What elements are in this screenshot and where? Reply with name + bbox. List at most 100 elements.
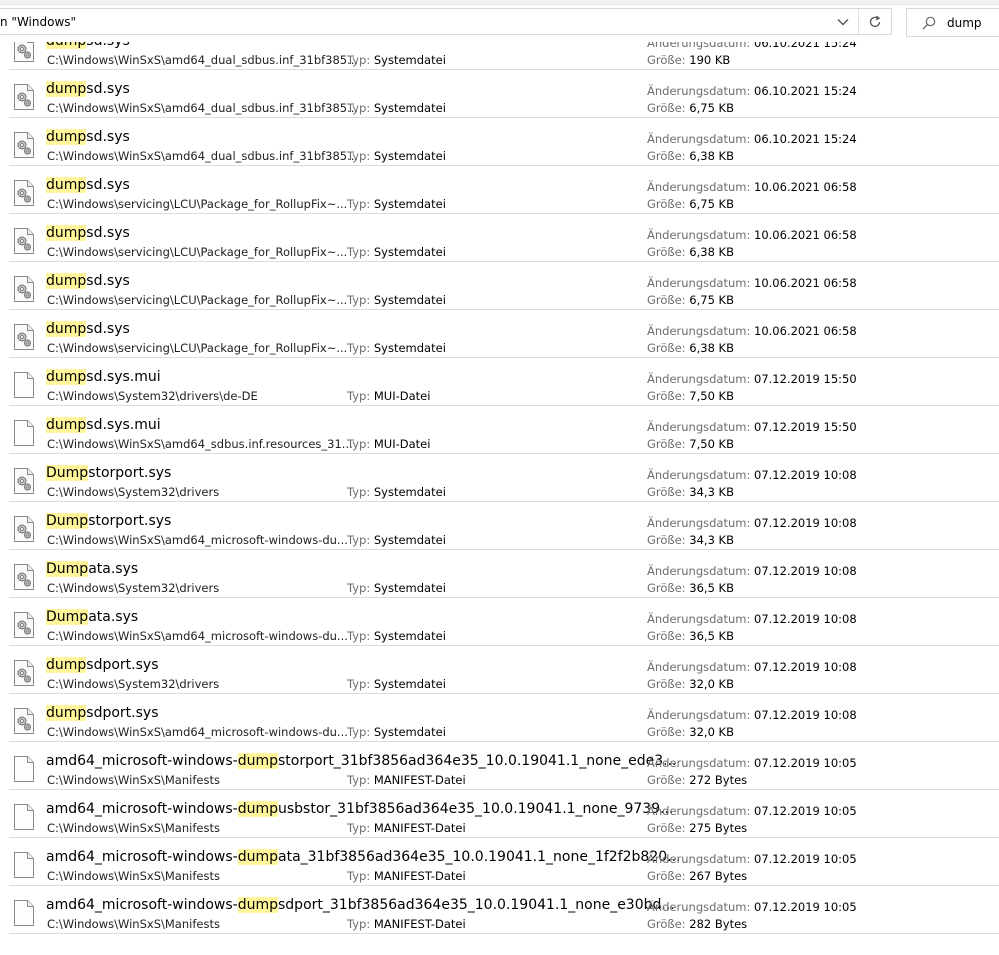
modified-value: 07.12.2019 10:05 xyxy=(754,852,857,866)
size-value: 6,75 KB xyxy=(689,101,734,115)
file-size: Größe: 282 Bytes xyxy=(647,917,747,931)
file-size: Größe: 267 Bytes xyxy=(647,869,747,883)
modified-value: 07.12.2019 10:08 xyxy=(754,468,857,482)
file-row[interactable]: Dumpata.sys C:\Windows\WinSxS\amd64_micro… xyxy=(0,598,999,646)
file-path: C:\Windows\servicing\LCU\Package_for_Rol… xyxy=(47,341,348,355)
type-value: Systemdatei xyxy=(373,341,446,355)
file-row[interactable]: dumpsd.sys C:\Windows\servicing\LCU\Packa… xyxy=(0,166,999,214)
modified-value: 07.12.2019 10:05 xyxy=(754,804,857,818)
modified-label: Änderungsdatum: xyxy=(647,804,751,818)
file-name[interactable]: amd64_microsoft-windows-dumpusbstor_31bf… xyxy=(46,801,673,817)
file-name-suffix: sd.sys.mui xyxy=(86,417,161,433)
modified-date: Änderungsdatum: 06.10.2021 15:24 xyxy=(647,42,857,50)
file-row[interactable]: dumpsd.sys C:\Windows\WinSxS\amd64_dual_s… xyxy=(0,42,999,70)
file-name-suffix: sdport_31bf3856ad364e35_10.0.19041.1_non… xyxy=(278,897,675,913)
file-name-suffix: ata.sys xyxy=(88,561,139,577)
modified-date: Änderungsdatum: 07.12.2019 10:08 xyxy=(647,564,857,578)
file-row[interactable]: Dumpata.sys C:\Windows\System32\drivers Ty… xyxy=(0,550,999,598)
size-value: 7,50 KB xyxy=(689,437,734,451)
file-name[interactable]: dumpsdport.sys xyxy=(46,705,159,721)
file-name[interactable]: dumpsd.sys.mui xyxy=(46,417,161,433)
file-row[interactable]: amd64_microsoft-windows-dumpstorport_31b… xyxy=(0,742,999,790)
chevron-down-icon[interactable] xyxy=(832,10,854,34)
file-name[interactable]: dumpsd.sys xyxy=(46,177,130,193)
file-size: Größe: 36,5 KB xyxy=(647,581,734,595)
file-name-prefix: amd64_microsoft-windows- xyxy=(46,753,238,769)
modified-value: 07.12.2019 10:08 xyxy=(754,564,857,578)
type-value: Systemdatei xyxy=(373,245,446,259)
file-name[interactable]: Dumpata.sys xyxy=(46,609,138,625)
file-name[interactable]: amd64_microsoft-windows-dumpstorport_31b… xyxy=(46,753,677,769)
size-value: 6,38 KB xyxy=(689,149,734,163)
file-name[interactable]: dumpsd.sys xyxy=(46,42,130,49)
size-value: 282 Bytes xyxy=(689,917,748,931)
system-file-icon xyxy=(13,228,35,254)
size-value: 7,50 KB xyxy=(689,389,734,403)
file-row[interactable]: dumpsd.sys C:\Windows\servicing\LCU\Packa… xyxy=(0,214,999,262)
modified-date: Änderungsdatum: 07.12.2019 10:05 xyxy=(647,852,857,866)
type-label: Typ: xyxy=(347,821,371,835)
file-row[interactable]: amd64_microsoft-windows-dumpusbstor_31bf… xyxy=(0,790,999,838)
file-row[interactable]: dumpsd.sys.mui C:\Windows\System32\driver… xyxy=(0,358,999,406)
file-row[interactable]: dumpsdport.sys C:\Windows\WinSxS\amd64_mi… xyxy=(0,694,999,742)
type-value: Systemdatei xyxy=(373,149,446,163)
file-row[interactable]: amd64_microsoft-windows-dumpsdport_31bf3… xyxy=(0,886,999,934)
system-file-icon xyxy=(13,468,35,494)
file-name[interactable]: dumpsdport.sys xyxy=(46,657,159,673)
type-label: Typ: xyxy=(347,581,371,595)
file-name[interactable]: dumpsd.sys xyxy=(46,129,130,145)
file-name[interactable]: Dumpstorport.sys xyxy=(46,513,171,529)
file-row[interactable]: dumpsd.sys C:\Windows\servicing\LCU\Packa… xyxy=(0,262,999,310)
size-value: 6,38 KB xyxy=(689,245,734,259)
file-row[interactable]: dumpsdport.sys C:\Windows\System32\driver… xyxy=(0,646,999,694)
file-name[interactable]: dumpsd.sys xyxy=(46,81,130,97)
file-size: Größe: 6,38 KB xyxy=(647,245,734,259)
address-bar[interactable]: n "Windows" xyxy=(0,8,892,35)
file-row[interactable]: dumpsd.sys C:\Windows\servicing\LCU\Packa… xyxy=(0,310,999,358)
modified-value: 06.10.2021 15:24 xyxy=(754,132,857,146)
type-label: Typ: xyxy=(347,149,371,163)
size-label: Größe: xyxy=(647,725,686,739)
search-input[interactable]: dump xyxy=(947,16,982,30)
refresh-icon[interactable] xyxy=(861,10,889,34)
blank-file-icon xyxy=(13,420,35,446)
modified-label: Änderungsdatum: xyxy=(647,468,751,482)
file-name[interactable]: dumpsd.sys xyxy=(46,225,130,241)
type-value: MUI-Datei xyxy=(373,389,431,403)
file-type: Typ: Systemdatei xyxy=(347,245,446,259)
size-value: 34,3 KB xyxy=(689,485,734,499)
file-path: C:\Windows\WinSxS\amd64_dual_sdbus.inf_3… xyxy=(47,101,359,115)
file-size: Größe: 272 Bytes xyxy=(647,773,747,787)
modified-label: Änderungsdatum: xyxy=(647,660,751,674)
file-row[interactable]: amd64_microsoft-windows-dumpata_31bf3856… xyxy=(0,838,999,886)
type-label: Typ: xyxy=(347,245,371,259)
file-name-suffix: sd.sys xyxy=(86,321,130,337)
modified-date: Änderungsdatum: 07.12.2019 15:50 xyxy=(647,372,857,386)
file-name[interactable]: dumpsd.sys xyxy=(46,321,130,337)
file-name-suffix: sd.sys xyxy=(86,42,130,49)
window-edge xyxy=(0,0,999,5)
system-file-icon xyxy=(13,180,35,206)
file-row[interactable]: Dumpstorport.sys C:\Windows\WinSxS\amd64_… xyxy=(0,502,999,550)
search-box[interactable]: dump xyxy=(906,8,999,37)
file-name[interactable]: Dumpstorport.sys xyxy=(46,465,171,481)
file-name[interactable]: amd64_microsoft-windows-dumpata_31bf3856… xyxy=(46,849,681,865)
file-size: Größe: 6,75 KB xyxy=(647,293,734,307)
file-row[interactable]: dumpsd.sys C:\Windows\WinSxS\amd64_dual_s… xyxy=(0,70,999,118)
file-name-suffix: sd.sys xyxy=(86,225,130,241)
system-file-icon xyxy=(13,612,35,638)
file-name[interactable]: amd64_microsoft-windows-dumpsdport_31bf3… xyxy=(46,897,675,913)
file-name-prefix: amd64_microsoft-windows- xyxy=(46,849,238,865)
modified-value: 10.06.2021 06:58 xyxy=(754,228,857,242)
search-match-highlight: dump xyxy=(46,81,87,97)
file-row[interactable]: Dumpstorport.sys C:\Windows\System32\driv… xyxy=(0,454,999,502)
file-row[interactable]: dumpsd.sys C:\Windows\WinSxS\amd64_dual_s… xyxy=(0,118,999,166)
modified-label: Änderungsdatum: xyxy=(647,228,751,242)
file-name[interactable]: dumpsd.sys.mui xyxy=(46,369,161,385)
size-value: 6,38 KB xyxy=(689,341,734,355)
file-row[interactable]: dumpsd.sys.mui C:\Windows\WinSxS\amd64_sd… xyxy=(0,406,999,454)
file-name[interactable]: Dumpata.sys xyxy=(46,561,138,577)
file-size: Größe: 32,0 KB xyxy=(647,725,734,739)
search-match-highlight: dump xyxy=(46,273,87,289)
file-name[interactable]: dumpsd.sys xyxy=(46,273,130,289)
